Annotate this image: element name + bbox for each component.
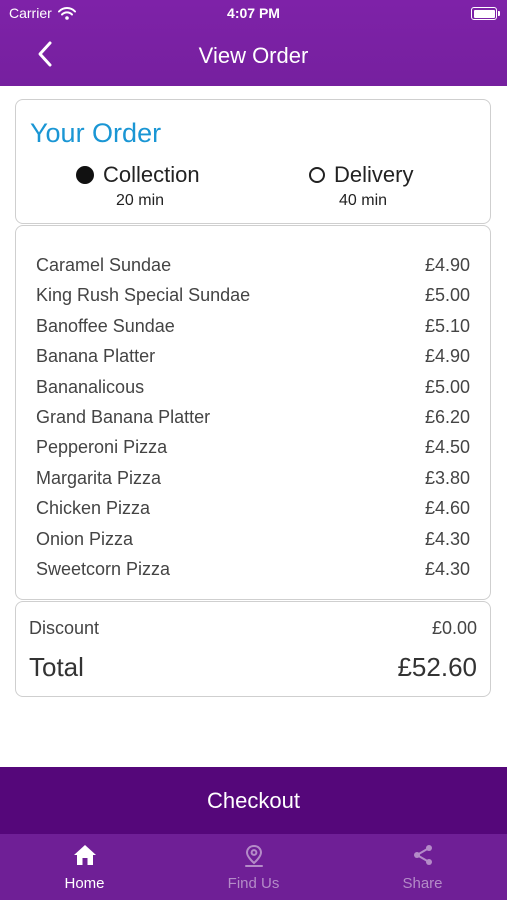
tab-share[interactable]: Share	[338, 834, 507, 900]
item-name: Bananalicous	[36, 376, 145, 397]
tab-home-label: Home	[64, 875, 105, 892]
order-items-list: Caramel Sundae £4.90 King Rush Special Sun…	[36, 254, 470, 588]
delivery-time: 40 min	[339, 192, 388, 209]
nav-bar: View Order	[0, 30, 507, 82]
collection-label: Collection	[103, 162, 200, 187]
checkout-button[interactable]: Checkout	[0, 767, 507, 834]
order-heading: Your Order	[30, 118, 162, 148]
home-icon	[73, 845, 96, 865]
item-price: £4.30	[424, 558, 470, 579]
order-type-card: Your Order Collection 20 min Delivery 40…	[15, 99, 491, 224]
order-item-row: Bananalicous £5.00	[36, 376, 470, 406]
item-price: £4.30	[424, 528, 470, 549]
order-item-row: Grand Banana Platter £6.20	[36, 406, 470, 436]
item-name: Pepperoni Pizza	[36, 437, 168, 458]
item-name: Sweetcorn Pizza	[36, 558, 171, 579]
tab-home[interactable]: Home	[0, 834, 169, 900]
discount-label: Discount	[29, 618, 100, 638]
order-item-row: Banana Platter £4.90	[36, 345, 470, 375]
order-item-row: Chicken Pizza £4.60	[36, 497, 470, 527]
status-time: 4:07 PM	[227, 5, 280, 21]
order-item-row: King Rush Special Sundae £5.00	[36, 284, 470, 314]
total-row: Total £52.60	[29, 652, 477, 683]
order-item-row: Pepperoni Pizza £4.50	[36, 436, 470, 466]
page-title: View Order	[198, 43, 309, 68]
item-name: Onion Pizza	[36, 528, 134, 549]
item-name: Grand Banana Platter	[36, 406, 211, 427]
item-name: Margarita Pizza	[36, 467, 162, 488]
tab-find-us[interactable]: Find Us	[169, 834, 338, 900]
order-item-row: Margarita Pizza £3.80	[36, 467, 470, 497]
item-price: £5.00	[424, 376, 470, 397]
item-name: King Rush Special Sundae	[36, 285, 251, 306]
collection-option[interactable]: Collection 20 min	[76, 162, 276, 210]
order-item-row: Banoffee Sundae £5.10	[36, 315, 470, 345]
tab-find-us-label: Find Us	[227, 875, 280, 892]
order-summary-card: Discount £0.00 Total £52.60	[15, 601, 491, 697]
discount-value: £0.00	[431, 618, 477, 638]
total-label: Total	[29, 652, 84, 682]
location-pin-icon	[244, 844, 263, 867]
status-bar: Carrier 4:07 PM	[0, 0, 507, 28]
order-item-row: Caramel Sundae £4.90	[36, 254, 470, 284]
total-value: £52.60	[397, 652, 477, 682]
item-name: Chicken Pizza	[36, 498, 151, 519]
order-item-row: Sweetcorn Pizza £4.30	[36, 558, 470, 588]
radio-unselected-icon[interactable]	[309, 167, 325, 183]
header: Carrier 4:07 PM View Order	[0, 0, 507, 86]
order-items-card: Caramel Sundae £4.90 King Rush Special Sun…	[15, 225, 491, 600]
item-price: £3.80	[424, 467, 470, 488]
order-item-row: Onion Pizza £4.30	[36, 528, 470, 558]
tab-share-label: Share	[402, 875, 443, 892]
item-price: £5.10	[424, 315, 470, 336]
item-price: £4.50	[424, 437, 470, 458]
discount-row: Discount £0.00	[29, 618, 477, 639]
item-name: Banoffee Sundae	[36, 315, 175, 336]
radio-selected-icon[interactable]	[76, 166, 94, 184]
delivery-option[interactable]: Delivery 40 min	[309, 162, 507, 210]
item-name: Banana Platter	[36, 346, 156, 367]
item-price: £6.20	[424, 406, 470, 427]
item-price: £5.00	[424, 285, 470, 306]
item-price: £4.60	[424, 498, 470, 519]
item-price: £4.90	[424, 255, 470, 275]
delivery-label: Delivery	[334, 162, 414, 187]
collection-time: 20 min	[116, 192, 165, 209]
item-price: £4.90	[424, 346, 470, 367]
tab-bar: Home Find Us Share	[0, 834, 507, 900]
item-name: Caramel Sundae	[36, 255, 172, 275]
share-icon	[413, 845, 432, 865]
battery-icon	[471, 7, 500, 20]
